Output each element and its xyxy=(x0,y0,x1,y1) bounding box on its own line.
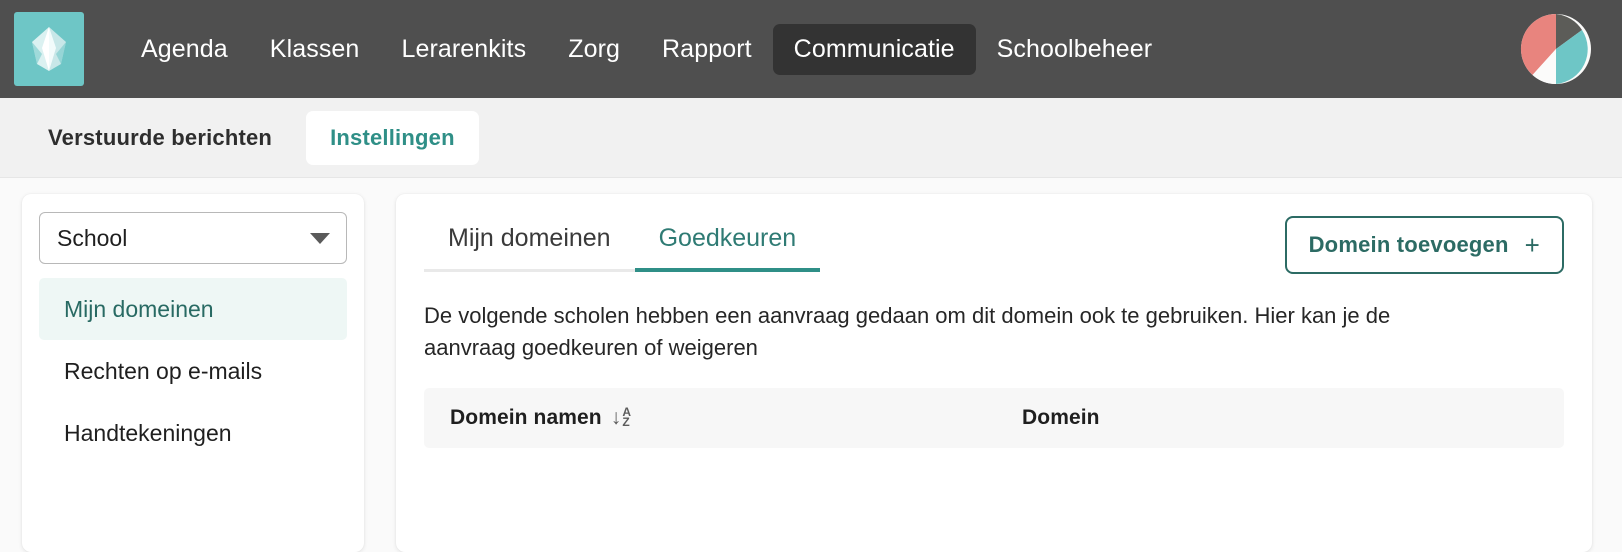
top-navigation-bar: Agenda Klassen Lerarenkits Zorg Rapport … xyxy=(0,0,1622,98)
page-body: School Mijn domeinen Rechten op e-mails … xyxy=(0,178,1622,552)
nav-item-agenda[interactable]: Agenda xyxy=(120,24,249,75)
sidebar-menu: Mijn domeinen Rechten op e-mails Handtek… xyxy=(39,278,347,464)
sort-arrow-glyph: ↓ xyxy=(610,405,622,429)
sort-a-z-icon[interactable]: ↓ A Z xyxy=(611,406,631,430)
nav-item-lerarenkits[interactable]: Lerarenkits xyxy=(380,24,547,75)
main-header: Mijn domeinen Goedkeuren Domein toevoege… xyxy=(424,216,1564,274)
column-header-domein-namen-label: Domein namen xyxy=(450,405,602,429)
tab-goedkeuren[interactable]: Goedkeuren xyxy=(634,216,821,272)
scope-select[interactable]: School xyxy=(39,212,347,264)
subnav-item-instellingen[interactable]: Instellingen xyxy=(306,110,479,165)
sidebar-item-rechten-op-e-mails[interactable]: Rechten op e-mails xyxy=(39,340,347,402)
settings-sidebar: School Mijn domeinen Rechten op e-mails … xyxy=(22,194,364,552)
nav-item-klassen[interactable]: Klassen xyxy=(249,24,381,75)
add-domain-button-label: Domein toevoegen xyxy=(1308,232,1509,257)
user-avatar-pie-icon xyxy=(1520,13,1591,85)
nav-item-rapport[interactable]: Rapport xyxy=(641,24,773,75)
chevron-down-icon xyxy=(310,232,330,244)
sidebar-item-handtekeningen[interactable]: Handtekeningen xyxy=(39,402,347,464)
sort-az-stack: A Z xyxy=(622,406,631,429)
tab-mijn-domeinen[interactable]: Mijn domeinen xyxy=(424,216,635,272)
nav-item-zorg[interactable]: Zorg xyxy=(547,24,641,75)
plus-icon: + xyxy=(1524,230,1540,260)
secondary-navigation-bar: Verstuurde berichten Instellingen xyxy=(0,98,1622,178)
approvals-table: Domein namen ↓ A Z Domein xyxy=(424,387,1564,448)
main-content-card: Mijn domeinen Goedkeuren Domein toevoege… xyxy=(396,194,1592,552)
table-header-row: Domein namen ↓ A Z Domein xyxy=(424,387,1564,448)
sort-letter-bottom: Z xyxy=(622,414,630,429)
add-domain-button[interactable]: Domein toevoegen + xyxy=(1284,216,1564,274)
approval-description: De volgende scholen hebben een aanvraag … xyxy=(424,303,1391,360)
crystal-logo-icon xyxy=(32,27,66,71)
top-nav-links: Agenda Klassen Lerarenkits Zorg Rapport … xyxy=(120,23,1174,75)
scope-select-value: School xyxy=(57,224,128,251)
avatar[interactable] xyxy=(1520,13,1592,85)
app-logo[interactable] xyxy=(14,12,84,86)
column-header-domein[interactable]: Domein xyxy=(1022,406,1100,430)
content-tabs: Mijn domeinen Goedkeuren xyxy=(424,216,821,272)
sidebar-item-mijn-domeinen[interactable]: Mijn domeinen xyxy=(39,278,347,340)
nav-item-schoolbeheer[interactable]: Schoolbeheer xyxy=(976,24,1174,75)
column-header-domein-namen[interactable]: Domein namen ↓ A Z xyxy=(424,406,1022,430)
subnav-item-verstuurde-berichten[interactable]: Verstuurde berichten xyxy=(34,125,286,151)
nav-item-communicatie[interactable]: Communicatie xyxy=(772,23,976,75)
